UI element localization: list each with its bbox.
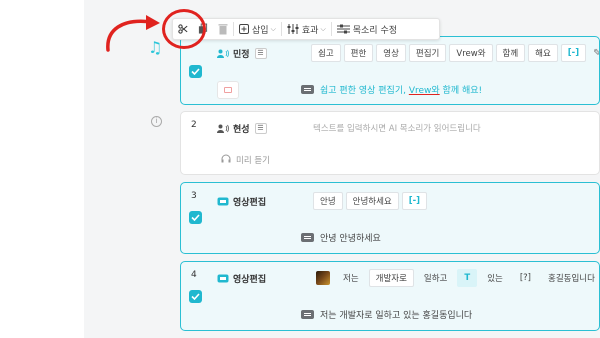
delete-button[interactable]	[213, 18, 233, 40]
subtitle-line[interactable]: 안녕 안녕하세요	[301, 231, 381, 244]
pencil-icon[interactable]: ✎	[593, 48, 599, 59]
subtitle-icon	[301, 85, 314, 94]
word-chip[interactable]: 영상	[376, 44, 406, 62]
word-chip[interactable]: 안녕	[313, 192, 343, 210]
silence-chip[interactable]: [-]	[560, 44, 587, 62]
red-arrow-annotation	[106, 15, 160, 52]
speaker-selector[interactable]: 민정 ☰	[217, 47, 287, 60]
menu-icon[interactable]: ☰	[254, 122, 267, 134]
word-chip[interactable]: 해요	[528, 44, 558, 62]
insert-label: 삽입	[252, 25, 269, 36]
video-icon	[217, 197, 229, 206]
voice-edit-button[interactable]: 목소리 수정	[332, 18, 402, 40]
speaker-selector[interactable]: 영상편집	[217, 272, 287, 285]
clip-checkbox[interactable]	[189, 65, 202, 78]
effect-sliders-icon	[287, 24, 299, 34]
effect-dropdown[interactable]: 효과 ⌵	[282, 18, 331, 40]
word-chip[interactable]: 안녕하세요	[345, 192, 399, 210]
clip-card-1[interactable]: 민정 ☰ 쉽고 편한 영상 편집기 Vrew와 함께 해요 [-] ✎ 쉽고 편…	[180, 36, 600, 105]
video-thumbnail[interactable]	[313, 269, 333, 287]
word-chip[interactable]: 개발자로	[368, 269, 414, 287]
clip-number: 3	[191, 191, 197, 201]
word-chip[interactable]: 쉽고	[311, 44, 341, 62]
speaker-selector[interactable]: 현성 ☰	[217, 122, 287, 135]
clip-word-row: 민정 ☰ 쉽고 편한 영상 편집기 Vrew와 함께 해요 [-] ✎	[217, 43, 599, 63]
subtitle-line[interactable]: 저는 개발자로 일하고 있는 홍길동입니다	[301, 308, 472, 321]
check-icon	[191, 68, 200, 75]
chevron-down-icon: ⌵	[320, 24, 326, 33]
menu-icon[interactable]: ☰	[254, 47, 267, 59]
voice-edit-label: 목소리 수정	[352, 25, 398, 36]
clip-card-3[interactable]: 3 영상편집 안녕 안녕하세요 [-] 안녕 안녕하세요	[180, 182, 600, 254]
headphones-icon	[221, 154, 231, 166]
trash-icon	[218, 24, 228, 35]
sound-effect-box[interactable]	[217, 81, 239, 99]
word-list: 저는 개발자로 일하고 T 있는 [?] 홍길동입니다	[313, 269, 599, 287]
clip-card-2[interactable]: 2 현성 ☰ 텍스트를 입력하시면 AI 목소리가 읽어드립니다 미리 듣기	[180, 111, 600, 175]
voice-edit-icon	[336, 24, 350, 34]
check-icon	[191, 293, 200, 300]
word-chip[interactable]: 저는	[336, 269, 366, 287]
thumbnail-image	[316, 271, 330, 285]
speaker-selector[interactable]: 영상편집	[217, 195, 287, 208]
clip-number: 2	[191, 120, 197, 130]
speaker-name: 민정	[233, 49, 250, 60]
insert-plus-icon	[239, 24, 249, 34]
clip-word-row: 영상편집 저는 개발자로 일하고 T 있는 [?] 홍길동입니다	[217, 268, 599, 288]
speaker-name: 영상편집	[233, 197, 267, 208]
clip-card-4[interactable]: 4 영상편집 저는 개발자로 일하고 T 있는 [?] 홍길동입니다 저는 개발…	[180, 261, 600, 331]
subtitle-text: 안녕 안녕하세요	[320, 234, 381, 244]
word-chip[interactable]: 일하고	[417, 269, 454, 287]
subtitle-icon	[301, 233, 314, 242]
preview-listen-button[interactable]: 미리 듣기	[221, 154, 270, 166]
clip-checkbox[interactable]	[189, 290, 202, 303]
silence-chip[interactable]: [-]	[401, 192, 428, 210]
word-chip[interactable]: 편집기	[408, 44, 447, 62]
text-marker-chip[interactable]: T	[457, 269, 478, 287]
video-icon	[217, 274, 229, 283]
person-voice-icon	[217, 49, 229, 58]
word-chip[interactable]: 함께	[495, 44, 526, 62]
effect-label: 효과	[301, 25, 319, 36]
insert-dropdown[interactable]: 삽입 ⌵	[234, 18, 281, 40]
red-circle-annotation	[162, 9, 206, 49]
preview-label: 미리 듣기	[236, 156, 270, 166]
check-icon	[191, 214, 200, 221]
subtitle-text: 쉽고 편한 영상 편집기, Vrew와 함께 해요!	[320, 86, 483, 96]
speaker-name: 현성	[233, 124, 250, 135]
word-chip[interactable]: Vrew와	[449, 44, 493, 62]
subtitle-line[interactable]: 쉽고 편한 영상 편집기, Vrew와 함께 해요!	[301, 83, 482, 96]
word-list: 쉽고 편한 영상 편집기 Vrew와 함께 해요 [-] ✎	[311, 44, 599, 62]
info-icon[interactable]: i	[151, 116, 162, 127]
word-chip[interactable]: 편한	[343, 44, 374, 62]
word-chip[interactable]: 있는	[480, 269, 510, 287]
person-voice-icon	[217, 124, 229, 133]
word-chip[interactable]: 홍길동입니다	[541, 269, 599, 287]
word-list: 안녕 안녕하세요 [-]	[313, 192, 428, 210]
clip-toolbar: 삽입 ⌵ 효과 ⌵ 목소리 수정	[172, 18, 440, 40]
text-input-placeholder[interactable]: 텍스트를 입력하시면 AI 목소리가 읽어드립니다	[313, 122, 481, 134]
chevron-down-icon: ⌵	[270, 24, 276, 33]
clip-word-row: 현성 ☰ 텍스트를 입력하시면 AI 목소리가 읽어드립니다	[217, 118, 481, 138]
clip-word-row: 영상편집 안녕 안녕하세요 [-]	[217, 191, 428, 211]
speaker-name: 영상편집	[233, 274, 267, 285]
clip-number: 4	[191, 270, 197, 280]
clip-checkbox[interactable]	[189, 211, 202, 224]
subtitle-text: 저는 개발자로 일하고 있는 홍길동입니다	[320, 311, 473, 321]
subtitle-icon	[301, 310, 314, 319]
unknown-chip[interactable]: [?]	[513, 269, 538, 287]
